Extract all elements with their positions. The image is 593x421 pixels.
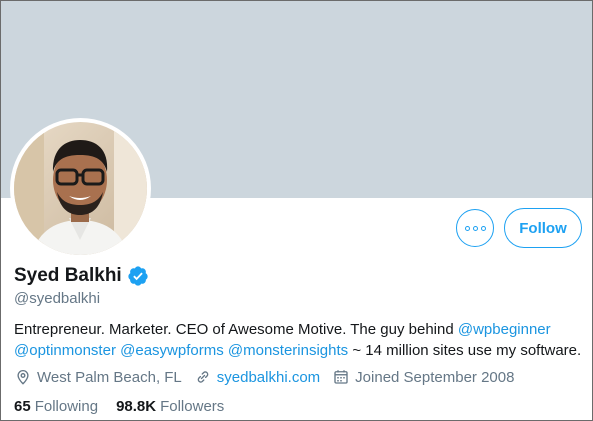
profile-name[interactable]: Syed Balkhi bbox=[14, 265, 122, 287]
profile-meta: West Palm Beach, FL syedbalkhi.com Joine… bbox=[14, 368, 526, 386]
location-item: West Palm Beach, FL bbox=[14, 368, 182, 386]
mention-link-optinmonster[interactable]: @optinmonster bbox=[14, 342, 116, 359]
avatar[interactable] bbox=[14, 122, 147, 255]
mention-link-monsterinsights[interactable]: @monsterinsights bbox=[228, 342, 348, 359]
name-row: Syed Balkhi bbox=[14, 265, 149, 287]
joined-item: Joined September 2008 bbox=[332, 368, 514, 386]
location-text: West Palm Beach, FL bbox=[37, 368, 182, 386]
followers-stat[interactable]: 98.8K Followers bbox=[116, 398, 224, 415]
profile-card: Follow Syed Balkhi @syedbalkhi Entrepren… bbox=[0, 0, 593, 421]
avatar-container[interactable] bbox=[10, 118, 151, 259]
follow-button[interactable]: Follow bbox=[504, 208, 582, 248]
more-options-button[interactable] bbox=[456, 209, 494, 247]
following-stat[interactable]: 65 Following bbox=[14, 398, 98, 415]
profile-stats: 65 Following 98.8K Followers bbox=[14, 398, 242, 415]
mention-link-wpbeginner[interactable]: @wpbeginner bbox=[458, 321, 551, 338]
bio-text: Entrepreneur. Marketer. CEO of Awesome M… bbox=[14, 321, 458, 338]
followers-label: Followers bbox=[160, 398, 225, 415]
link-icon bbox=[197, 371, 209, 383]
website-link[interactable]: syedbalkhi.com bbox=[217, 369, 320, 386]
more-dots-icon bbox=[464, 225, 486, 231]
followers-count: 98.8K bbox=[116, 398, 157, 415]
profile-handle: @syedbalkhi bbox=[14, 290, 101, 307]
following-count: 65 bbox=[14, 398, 31, 415]
verified-badge-icon bbox=[128, 266, 148, 286]
joined-text: Joined September 2008 bbox=[355, 368, 515, 386]
mention-link-easywpforms[interactable]: @easywpforms bbox=[120, 342, 224, 359]
calendar-icon bbox=[334, 370, 348, 384]
location-pin-icon bbox=[17, 370, 29, 385]
profile-bio: Entrepreneur. Marketer. CEO of Awesome M… bbox=[14, 319, 584, 361]
following-label: Following bbox=[34, 398, 99, 415]
bio-tail-text: ~ 14 million sites use my software. bbox=[348, 342, 582, 359]
website-item: syedbalkhi.com bbox=[194, 368, 320, 386]
